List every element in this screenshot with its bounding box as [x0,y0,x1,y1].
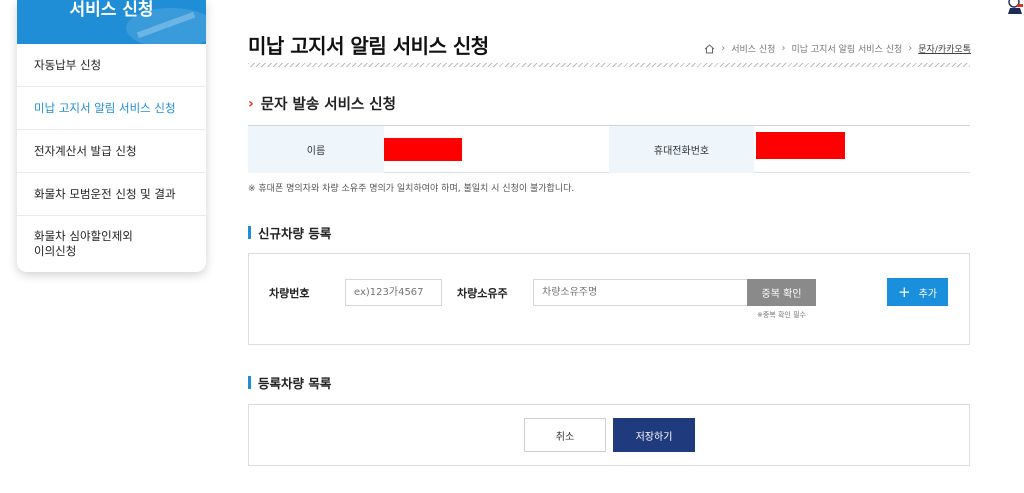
breadcrumb-item[interactable]: 미납 고지서 알림 서비스 신청 [791,42,902,55]
owner-label: 차량소유주 [457,287,508,300]
sidebar-item-label: 화물차 심야할인제외 이의신청 [34,229,133,259]
sidebar-item-label: 전자계산서 발급 신청 [34,144,137,158]
mascot-icon [1008,0,1023,14]
title-divider [248,63,970,67]
phone-label: 휴대전화번호 [609,126,754,173]
page-title: 미납 고지서 알림 서비스 신청 [248,34,489,58]
name-value-redacted [384,138,462,161]
sidebar: 서비스 신청 자동납부 신청 미납 고지서 알림 서비스 신청 전자계산서 발급… [17,0,206,272]
breadcrumb: › 서비스 신청 › 미납 고지서 알림 서비스 신청 › 문자/카카오톡 [704,42,971,55]
sidebar-item-label: 미납 고지서 알림 서비스 신청 [34,101,176,115]
duplicate-check-button[interactable]: 중복 확인 [747,279,816,306]
add-vehicle-button[interactable]: + 추가 [887,278,948,306]
registered-vehicles-title: 등록차량 목록 [258,376,332,391]
chevron-right-icon: › [248,95,254,112]
sidebar-item-e-invoice[interactable]: 전자계산서 발급 신청 [17,130,206,173]
chevron-right-icon: › [721,43,726,54]
sidebar-item-label-line1: 화물차 심야할인제외 [34,228,133,243]
sms-section-title: 문자 발송 서비스 신청 [260,97,396,113]
registered-vehicles-list [248,404,970,466]
sidebar-item-model-driving[interactable]: 화물차 모범운전 신청 및 결과 [17,173,206,216]
applicant-info-table: 이름 휴대전화번호 [248,125,970,173]
owner-name-input[interactable] [533,279,748,306]
sidebar-item-night-discount-objection[interactable]: 화물차 심야할인제외 이의신청 [17,216,206,271]
sidebar-item-label: 자동납부 신청 [34,58,102,72]
cancel-button[interactable]: 취소 [524,418,606,452]
sidebar-item-label-line2: 이의신청 [34,243,77,258]
sms-section-heading: › 문자 발송 서비스 신청 [248,93,396,114]
name-label: 이름 [248,126,384,173]
add-vehicle-label: 추가 [918,288,937,300]
chevron-right-icon: › [781,43,786,54]
save-button[interactable]: 저장하기 [613,418,695,452]
chevron-right-icon: › [908,43,913,54]
breadcrumb-item[interactable]: 서비스 신청 [731,42,775,55]
duplicate-check-note: ※중복 확인 필수 [757,311,806,319]
sidebar-item-label: 화물차 모범운전 신청 및 결과 [34,187,176,201]
new-vehicle-form: 차량번호 차량소유주 중복 확인 ※중복 확인 필수 + 추가 [248,253,970,345]
sidebar-item-auto-payment[interactable]: 자동납부 신청 [17,44,206,87]
plate-number-input[interactable] [345,279,442,306]
sidebar-item-unpaid-notice[interactable]: 미납 고지서 알림 서비스 신청 [17,87,206,130]
phone-value-redacted [756,132,845,159]
plus-icon: + [898,283,911,301]
sidebar-header: 서비스 신청 [17,0,206,44]
breadcrumb-current[interactable]: 문자/카카오톡 [918,42,971,55]
plate-label: 차량번호 [269,287,310,300]
new-vehicle-heading: 신규차량 등록 [248,223,331,242]
sidebar-title: 서비스 신청 [69,0,154,20]
ownership-notice: ※ 휴대폰 명의자와 차량 소유주 명의가 일치하여야 하며, 불일치 시 신청… [248,184,575,194]
registered-vehicles-heading: 등록차량 목록 [248,373,331,392]
home-icon[interactable] [704,43,715,54]
new-vehicle-title: 신규차량 등록 [258,226,332,241]
